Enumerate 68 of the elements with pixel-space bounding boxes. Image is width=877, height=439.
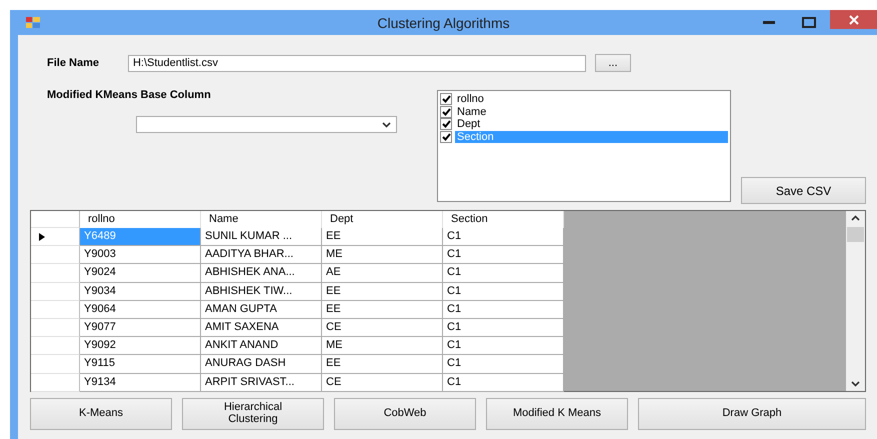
table-cell: C1 xyxy=(443,246,564,264)
table-cell: Y9092 xyxy=(80,337,201,356)
table-cell: CE xyxy=(322,374,443,392)
table-cell: Y9024 xyxy=(80,264,201,283)
checkbox[interactable] xyxy=(440,130,452,143)
table-cell: AE xyxy=(322,264,443,283)
table-cell: SUNIL KUMAR ... xyxy=(201,228,322,246)
table-cell: Y9115 xyxy=(80,355,201,374)
table-cell: EE xyxy=(322,355,443,374)
browse-button[interactable]: ... xyxy=(594,54,631,72)
table-cell: ANURAG DASH xyxy=(201,355,322,374)
close-icon xyxy=(848,14,858,24)
file-name-label: File Name xyxy=(47,57,99,69)
close-button[interactable] xyxy=(830,10,877,29)
table-cell: C1 xyxy=(443,282,564,301)
file-name-field[interactable]: H:\Studentlist.csv xyxy=(128,54,586,72)
table-cell: C1 xyxy=(443,264,564,283)
chevron-down-icon[interactable] xyxy=(851,381,860,387)
minimize-icon[interactable] xyxy=(763,20,775,24)
save-csv-button[interactable]: Save CSV xyxy=(741,177,866,204)
chevron-up-icon[interactable] xyxy=(851,215,860,221)
table-cell: C1 xyxy=(443,355,564,374)
table-cell: C1 xyxy=(443,300,564,319)
column-item[interactable]: Name xyxy=(455,106,728,118)
action-button[interactable]: Hierarchical Clustering xyxy=(182,398,324,430)
table-cell: ARPIT SRIVAST... xyxy=(201,374,322,392)
table-cell: Y9064 xyxy=(80,300,201,319)
table-cell: Y9134 xyxy=(80,374,201,392)
table-cell: C1 xyxy=(443,337,564,356)
scrollbar-thumb[interactable] xyxy=(847,227,864,242)
table-cell: EE xyxy=(322,300,443,319)
scrollbar[interactable] xyxy=(846,211,865,391)
action-button[interactable]: K-Means xyxy=(30,398,172,430)
app-icon xyxy=(26,17,40,28)
action-button[interactable]: Draw Graph xyxy=(638,398,866,430)
checkbox[interactable] xyxy=(440,106,452,118)
table-cell: AMIT SAXENA xyxy=(201,318,322,338)
table-cell: C1 xyxy=(443,374,564,392)
base-column-dropdown[interactable] xyxy=(136,116,397,133)
table-cell: ME xyxy=(322,246,443,264)
table-cell: C1 xyxy=(443,228,564,246)
column-item[interactable]: rollno xyxy=(455,93,728,106)
current-row-icon xyxy=(39,232,45,241)
maximize-icon[interactable] xyxy=(802,17,816,28)
column-item[interactable]: Dept xyxy=(455,118,728,130)
table-cell: AADITYA BHAR... xyxy=(201,246,322,264)
table-cell: ABHISHEK ANA... xyxy=(201,264,322,283)
table-cell: EE xyxy=(322,282,443,301)
header-corner xyxy=(31,211,80,228)
window-title: Clustering Algorithms xyxy=(377,14,510,30)
table-cell: ANKIT ANAND xyxy=(201,337,322,356)
action-button[interactable]: Modified K Means xyxy=(486,398,628,430)
checkbox[interactable] xyxy=(440,93,452,106)
checkbox[interactable] xyxy=(440,118,452,130)
base-column-label: Modified KMeans Base Column xyxy=(47,89,212,101)
table-cell: EE xyxy=(322,228,443,246)
chevron-down-icon xyxy=(382,122,391,128)
table-cell: Y9077 xyxy=(80,318,201,338)
table-cell: Y9003 xyxy=(80,246,201,264)
table-cell: ABHISHEK TIW... xyxy=(201,282,322,301)
table-cell: ME xyxy=(322,337,443,356)
table-cell: Y9034 xyxy=(80,282,201,301)
table-cell: C1 xyxy=(443,318,564,338)
table-cell: Y6489 xyxy=(80,228,201,246)
table-cell: CE xyxy=(322,318,443,338)
row-header[interactable] xyxy=(31,228,80,246)
table-cell: AMAN GUPTA xyxy=(201,300,322,319)
action-button[interactable]: CobWeb xyxy=(334,398,476,430)
